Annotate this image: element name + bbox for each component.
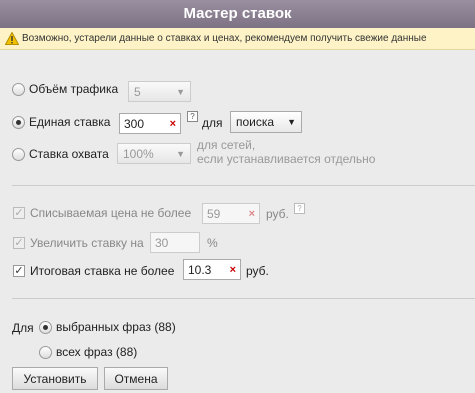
warning-banner: Возможно, устарели данные о ставках и це… [0, 28, 475, 50]
scope-all-label: всех фраз (88) [56, 345, 138, 359]
final-bid-row: ✓ Итоговая ставка не более [13, 264, 174, 278]
for-label: для [202, 116, 223, 130]
increase-label: Увеличить ставку на [30, 236, 144, 250]
increase-unit: % [207, 236, 218, 250]
max-price-row: ✓ Списываемая цена не более [13, 206, 191, 220]
scope-all-row: всех фраз (88) [39, 345, 137, 359]
warning-text: Возможно, устарели данные о ставках и це… [22, 33, 427, 44]
final-bid-label: Итоговая ставка не более [30, 264, 175, 278]
single-bid-radio[interactable] [12, 115, 25, 129]
single-bid-label: Единая ставка [29, 115, 111, 129]
coverage-label: Ставка охвата [29, 147, 109, 161]
coverage-note-line2: если устанавливается отдельно [197, 152, 376, 166]
divider [12, 298, 475, 299]
final-bid-input[interactable]: 10.3 × [183, 259, 241, 280]
scope-selected-radio[interactable] [39, 320, 52, 334]
coverage-select[interactable]: 100% ▼ [117, 143, 191, 164]
final-bid-checkbox[interactable]: ✓ [13, 265, 25, 277]
max-price-label: Списываемая цена не более [30, 206, 192, 220]
dialog-title: Мастер ставок [0, 0, 475, 28]
help-icon[interactable]: ? [294, 203, 305, 214]
traffic-select[interactable]: 5 ▼ [128, 81, 191, 102]
max-price-input[interactable]: 59 × [202, 203, 260, 224]
coverage-note: для сетей, если устанавливается отдельно [197, 138, 375, 166]
traffic-radio[interactable] [12, 82, 25, 96]
placement-value: поиска [236, 115, 275, 129]
traffic-value: 5 [134, 84, 141, 99]
coverage-value: 100% [123, 146, 154, 161]
scope-selected-row: выбранных фраз (88) [39, 320, 176, 334]
chevron-down-icon: ▼ [176, 148, 185, 159]
clear-icon[interactable]: × [170, 118, 176, 130]
scope-label: Для [12, 321, 34, 335]
divider [12, 185, 475, 186]
increase-input[interactable]: 30 [150, 232, 200, 253]
chevron-down-icon: ▼ [287, 117, 296, 127]
coverage-note-line1: для сетей, [197, 138, 256, 152]
increase-value: 30 [155, 235, 169, 250]
chevron-down-icon: ▼ [176, 86, 185, 97]
traffic-row: Объём трафика [12, 82, 118, 96]
max-price-unit: руб. [266, 207, 289, 221]
clear-icon[interactable]: × [230, 264, 236, 276]
scope-selected-label: выбранных фраз (88) [56, 320, 176, 334]
single-bid-value: 300 [124, 116, 145, 131]
increase-checkbox[interactable]: ✓ [13, 237, 25, 249]
traffic-label: Объём трафика [29, 82, 119, 96]
apply-button[interactable]: Установить [12, 367, 98, 390]
cancel-button[interactable]: Отмена [104, 367, 168, 390]
single-bid-row: Единая ставка [12, 115, 110, 129]
final-bid-unit: руб. [246, 264, 269, 278]
max-price-value: 59 [207, 206, 221, 221]
placement-select[interactable]: поиска ▼ [230, 111, 302, 133]
help-icon[interactable]: ? [187, 111, 198, 122]
increase-row: ✓ Увеличить ставку на [13, 236, 144, 250]
single-bid-input[interactable]: 300 × [119, 113, 181, 134]
coverage-radio[interactable] [12, 147, 25, 161]
max-price-checkbox[interactable]: ✓ [13, 207, 25, 219]
coverage-row: Ставка охвата [12, 147, 109, 161]
clear-icon[interactable]: × [249, 208, 255, 220]
scope-all-radio[interactable] [39, 345, 52, 359]
warning-icon [5, 32, 19, 45]
final-bid-value: 10.3 [188, 262, 212, 277]
